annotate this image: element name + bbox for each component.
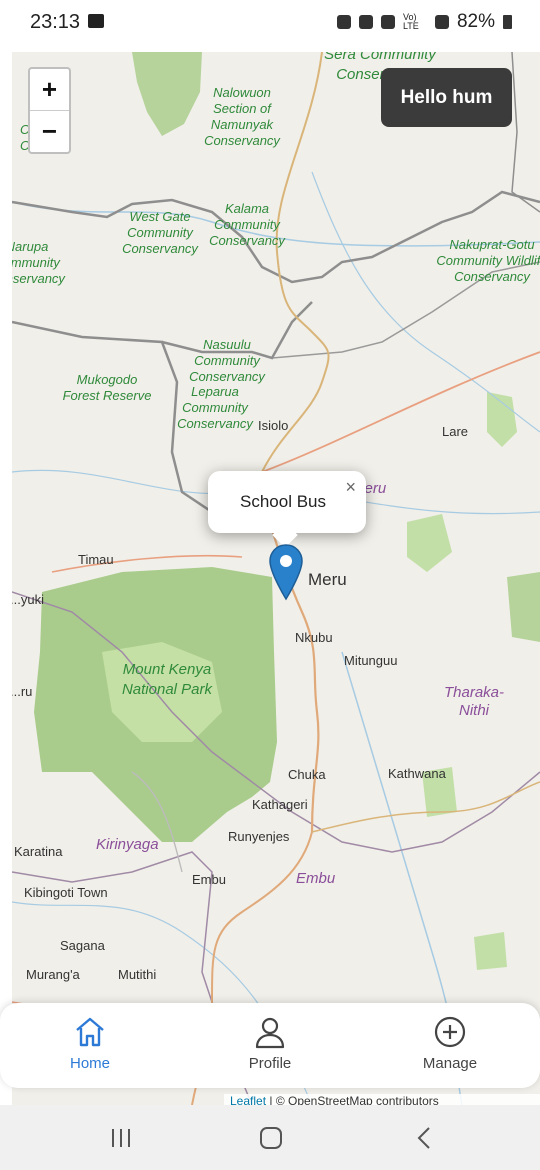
label-partial-3: ...yuki — [12, 592, 44, 607]
label-nakuprat: Nakuprat-Gotu Community Wildlife Conserv… — [436, 237, 540, 284]
nav-home[interactable]: Home — [30, 1015, 150, 1072]
label-mount-kenya: Mount Kenya National Park — [121, 661, 213, 698]
town-kathageri: Kathageri — [252, 797, 308, 812]
forest-patch-3 — [507, 572, 540, 642]
town-runyenjes: Runyenjes — [228, 829, 290, 844]
town-timau: Timau — [78, 552, 114, 567]
popup-text: School Bus — [240, 492, 326, 511]
zoom-control: + − — [28, 67, 71, 154]
nav-profile-label: Profile — [248, 1055, 292, 1072]
recent-apps-icon[interactable] — [108, 1125, 134, 1151]
town-isiolo: Isiolo — [258, 418, 289, 433]
town-karatina: Karatina — [14, 844, 63, 859]
zoom-in-button[interactable]: + — [30, 69, 69, 110]
label-kalama: Kalama Community Conservancy — [209, 201, 285, 248]
town-nkubu: Nkubu — [295, 630, 333, 645]
battery-percent: 82% — [456, 11, 495, 32]
county-embu: Embu — [296, 870, 336, 887]
town-chuka: Chuka — [288, 767, 326, 782]
gallery-icon — [88, 14, 104, 28]
plus-circle-icon — [434, 1016, 466, 1048]
label-nalowuon: Nalowuon Section of Namunyak Conservancy — [204, 85, 280, 148]
town-lare: Lare — [442, 424, 469, 439]
volte-label: Vo) LTE — [402, 12, 419, 31]
forest-patch-5 — [474, 932, 507, 970]
status-bar: 23:13 Vo) LTE 82% — [0, 0, 540, 48]
home-icon — [76, 1017, 104, 1047]
town-kathwana: Kathwana — [388, 766, 446, 781]
system-nav-bar — [0, 1105, 540, 1170]
greeting-badge: Hello hum — [381, 68, 512, 127]
town-meru: Meru — [308, 570, 347, 589]
county-kirinyaga: Kirinyaga — [96, 836, 159, 853]
forest-patch-2 — [407, 514, 452, 572]
battery-icon — [503, 15, 512, 29]
map-marker-icon[interactable] — [268, 543, 304, 606]
nav-profile[interactable]: Profile — [210, 1015, 330, 1072]
town-muranga: Murang'a — [26, 967, 80, 982]
forest-patch-1 — [487, 392, 517, 447]
popup-close-button[interactable]: × — [345, 477, 356, 498]
label-mukogodo: Mukogodo Forest Reserve — [62, 372, 152, 403]
nav-manage-label: Manage — [422, 1055, 478, 1072]
home-button-icon[interactable] — [258, 1125, 284, 1151]
alarm-icon — [358, 15, 373, 29]
label-partial-4: ...ru — [12, 684, 33, 699]
person-icon — [255, 1017, 285, 1049]
town-embu: Embu — [192, 872, 226, 887]
status-icons: Vo) LTE 82% — [336, 11, 512, 33]
label-nasuulu: Nasuulu Community Conservancy — [189, 337, 265, 384]
label-narupa: Narupa Community Conservancy — [12, 239, 65, 286]
bottom-nav: Home Profile Manage — [0, 1003, 540, 1088]
nav-manage[interactable]: Manage — [390, 1015, 510, 1072]
status-time: 23:13 — [30, 11, 81, 33]
zoom-out-button[interactable]: − — [30, 110, 69, 151]
town-sagana: Sagana — [60, 938, 105, 953]
label-leparua: Leparua Community Conservancy — [177, 384, 253, 431]
county-tharaka-nithi: Tharaka-Nithi — [443, 684, 505, 719]
nav-home-label: Home — [69, 1055, 110, 1072]
town-mutithi: Mutithi — [118, 967, 157, 982]
label-west-gate: West Gate Community Conservancy — [122, 209, 198, 256]
town-mitunguu: Mitunguu — [344, 653, 398, 668]
signal-icon — [434, 15, 449, 29]
wifi-icon — [380, 15, 395, 29]
vibrate-icon — [336, 15, 351, 29]
back-icon[interactable] — [412, 1125, 438, 1151]
label-partial-6: i — [12, 964, 13, 979]
town-kibingoti: Kibingoti Town — [24, 885, 108, 900]
marker-popup: School Bus × — [208, 471, 366, 548]
